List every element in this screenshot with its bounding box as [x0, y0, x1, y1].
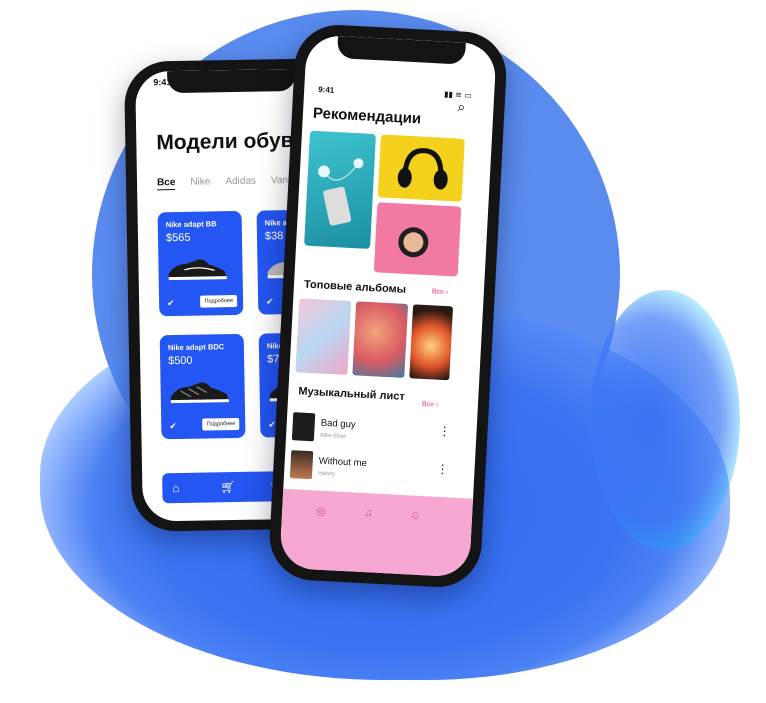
status-time: 9:41	[317, 85, 335, 95]
bottom-nav-bar: ◎ ♫ ☺	[279, 488, 474, 578]
product-name: Nike adapt BB	[165, 219, 217, 230]
nike-logo-icon: ✔	[167, 298, 175, 309]
music-app-screen: 9:41 ▮▮ ≋ ▭ Рекомендации ⌕ Топовые альбо…	[279, 34, 497, 578]
track-row[interactable]: Bad guy Billie Eilish ⋮	[291, 412, 474, 455]
product-name: Nike a	[264, 218, 287, 228]
page-title: Модели обуви	[156, 128, 307, 155]
home-icon[interactable]: ⌂	[172, 481, 179, 495]
sneaker-image	[168, 259, 227, 281]
track-cover	[289, 450, 314, 480]
nike-logo-icon: ✔	[169, 421, 177, 432]
album-cover[interactable]	[295, 298, 352, 375]
details-button[interactable]: Подробнее	[200, 294, 238, 308]
profile-icon[interactable]: ☺	[410, 509, 422, 522]
background-glow-right	[590, 290, 740, 550]
cart-icon[interactable]: 🛒︎	[220, 480, 235, 494]
track-row[interactable]: Without me Halsey ⋮	[289, 450, 472, 493]
see-all-label: Все	[431, 288, 445, 296]
track-artist: Billie Eilish	[319, 432, 347, 440]
brand-filter-tabs: Все Nike Adidas Vans	[156, 175, 293, 191]
recommendation-tile[interactable]	[377, 134, 465, 202]
track-cover	[291, 412, 316, 442]
compass-icon[interactable]: ◎	[316, 505, 326, 518]
see-all-albums-link[interactable]: Все ›	[432, 288, 449, 296]
top-albums-title: Топовые альбомы	[303, 278, 407, 296]
woman-with-headphones-image	[398, 227, 429, 258]
phone-notch	[167, 68, 296, 94]
filter-tab-nike[interactable]: Nike	[190, 176, 210, 189]
phone-with-headphones-image	[317, 158, 364, 226]
product-price: $38	[264, 230, 284, 243]
recommendation-tile[interactable]	[304, 130, 376, 249]
recommendations-title: Рекомендации	[312, 104, 422, 128]
search-icon[interactable]: ⌕	[457, 98, 466, 115]
track-more-icon[interactable]: ⋮	[436, 462, 448, 477]
album-cover[interactable]	[409, 304, 454, 381]
nike-logo-icon: ✔	[266, 296, 274, 307]
phone-music-app: 9:41 ▮▮ ≋ ▭ Рекомендации ⌕ Топовые альбо…	[267, 22, 509, 590]
music-list-title: Музыкальный лист	[298, 385, 406, 403]
product-card[interactable]: Nike adapt BB $565 ✔ Подробнее	[157, 210, 244, 317]
headphones-image	[397, 148, 448, 190]
track-more-icon[interactable]: ⋮	[438, 424, 450, 439]
see-all-label: Все	[421, 400, 435, 409]
filter-tab-all[interactable]: Все	[156, 177, 176, 191]
see-all-tracks-link[interactable]: Все ›	[422, 401, 439, 409]
product-name: Nike adapt BDC	[167, 342, 225, 353]
track-title: Bad guy	[320, 417, 356, 431]
track-artist: Halsey	[317, 470, 336, 478]
phone-notch	[336, 36, 466, 65]
product-price: $500	[168, 354, 193, 368]
recommendation-tile[interactable]	[373, 202, 462, 277]
filter-tab-adidas[interactable]: Adidas	[225, 176, 256, 190]
product-card[interactable]: Nike adapt BDC $500 ✔ Подробнее	[159, 333, 246, 440]
details-button[interactable]: Подробнее	[202, 417, 240, 431]
album-cover[interactable]	[352, 301, 409, 378]
product-price: $565	[165, 231, 191, 245]
sneaker-image	[170, 382, 229, 404]
track-title: Without me	[318, 455, 368, 470]
music-icon[interactable]: ♫	[364, 507, 373, 519]
